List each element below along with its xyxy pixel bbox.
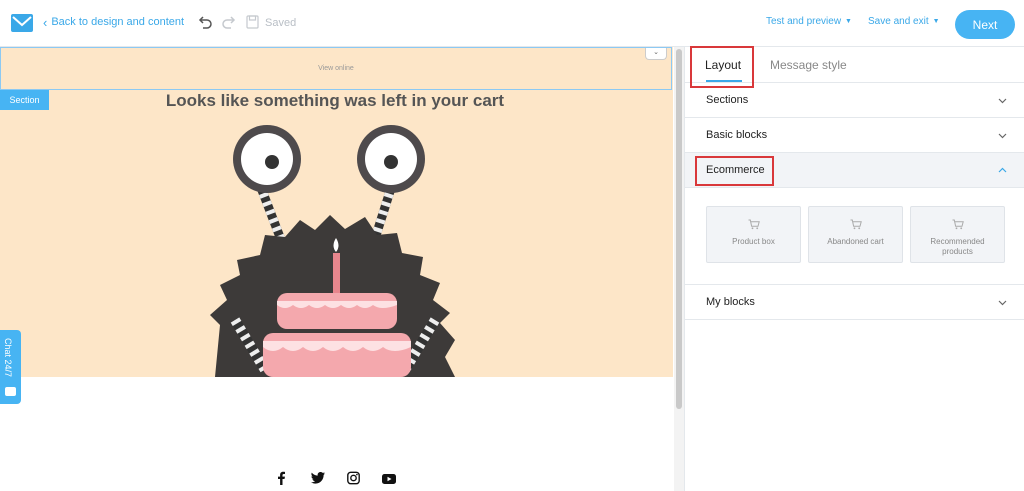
monster-with-cake-illustration: [210, 125, 455, 377]
youtube-icon[interactable]: [382, 472, 396, 486]
panel-tabs: Layout Message style: [685, 47, 1024, 83]
block-label: Recommended products: [930, 237, 985, 256]
cart-icon: [952, 219, 964, 230]
accordion-my-blocks[interactable]: My blocks: [685, 285, 1024, 320]
instagram-icon[interactable]: [347, 471, 360, 485]
chevron-left-icon: ‹: [43, 14, 48, 30]
caret-down-icon: ▼: [932, 18, 940, 25]
save-and-exit-dropdown[interactable]: Save and exit ▼: [868, 16, 940, 27]
tab-message-style[interactable]: Message style: [770, 58, 847, 72]
accordion-ecommerce[interactable]: Ecommerce: [685, 153, 1024, 188]
block-label: Abandoned cart: [827, 237, 884, 246]
email-banner-section[interactable]: View online ⌄ Section Looks like somethi…: [0, 47, 673, 377]
save-icon: [246, 15, 259, 29]
chevron-down-icon[interactable]: ⌄: [645, 48, 667, 60]
next-button[interactable]: Next: [955, 10, 1015, 39]
facebook-icon[interactable]: [276, 471, 286, 485]
save-exit-label: Save and exit: [868, 16, 929, 27]
back-link-label: Back to design and content: [51, 16, 185, 28]
test-preview-label: Test and preview: [766, 16, 842, 27]
chevron-up-icon: [998, 167, 1007, 173]
block-label: Product box: [732, 237, 775, 246]
view-online-row[interactable]: View online ⌄: [0, 47, 672, 90]
view-online-link[interactable]: View online: [1, 65, 671, 72]
accordion-sections[interactable]: Sections: [685, 83, 1024, 118]
email-canvas: View online ⌄ Section Looks like somethi…: [0, 47, 673, 491]
chevron-down-icon: [998, 300, 1007, 306]
undo-icon[interactable]: [197, 14, 213, 30]
top-bar: ‹ Back to design and content Saved Test …: [0, 0, 1024, 47]
email-headline[interactable]: Looks like something was left in your ca…: [0, 91, 670, 111]
test-and-preview-dropdown[interactable]: Test and preview ▼: [766, 16, 852, 27]
chat-247-tab[interactable]: Chat 24/7: [0, 330, 21, 404]
active-tab-indicator: [706, 80, 742, 82]
tab-layout[interactable]: Layout: [705, 58, 741, 72]
editor-side-panel: Layout Message style Sections Basic bloc…: [684, 47, 1024, 491]
redo-icon[interactable]: [221, 14, 237, 30]
chat-tab-label: Chat 24/7: [3, 338, 13, 378]
chat-bubble-icon: [5, 387, 16, 396]
logo-icon[interactable]: [11, 14, 33, 32]
back-to-design-link[interactable]: ‹ Back to design and content: [43, 14, 185, 30]
canvas-scrollbar[interactable]: [674, 47, 684, 491]
ecommerce-blocks-grid: Product box Abandoned cart Recommended p…: [685, 188, 1024, 285]
twitter-icon[interactable]: [311, 471, 325, 485]
chevron-down-icon: [998, 133, 1007, 139]
cart-icon: [850, 219, 862, 230]
basic-blocks-label: Basic blocks: [706, 129, 768, 141]
caret-down-icon: ▼: [845, 18, 852, 25]
my-blocks-label: My blocks: [706, 296, 755, 308]
cart-icon: [748, 219, 760, 230]
accordion-basic-blocks[interactable]: Basic blocks: [685, 118, 1024, 153]
ecommerce-label: Ecommerce: [706, 164, 765, 176]
sections-label: Sections: [706, 94, 749, 106]
scrollbar-thumb[interactable]: [676, 49, 682, 409]
chevron-down-icon: [998, 98, 1007, 104]
product-box-block[interactable]: Product box: [706, 206, 801, 263]
recommended-products-block[interactable]: Recommended products: [910, 206, 1005, 263]
abandoned-cart-block[interactable]: Abandoned cart: [808, 206, 903, 263]
saved-status: Saved: [265, 17, 297, 29]
